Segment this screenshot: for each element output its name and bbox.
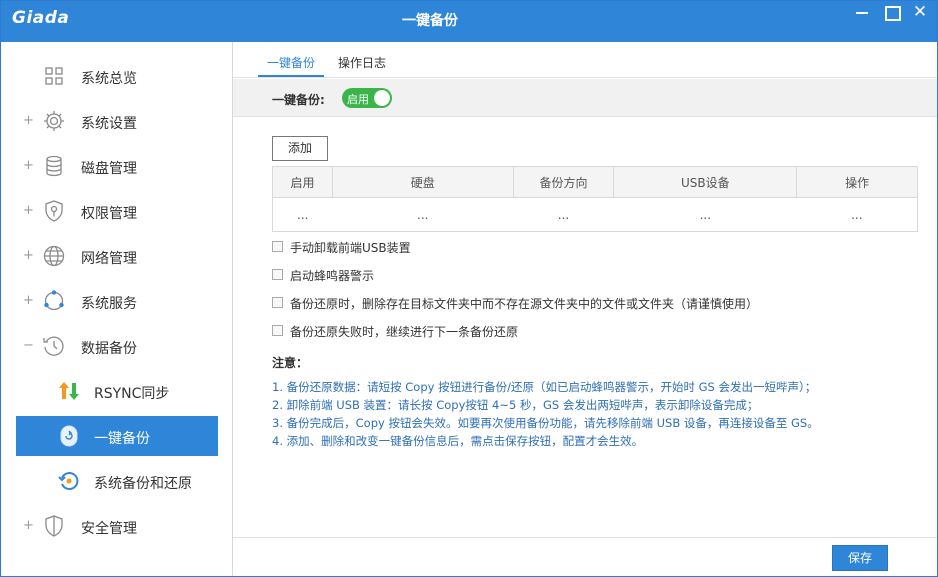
expand-icon[interactable]: + xyxy=(23,518,34,533)
table-cell: ... xyxy=(796,197,918,232)
expand-icon[interactable]: + xyxy=(23,113,34,128)
table-cell: ... xyxy=(513,197,614,232)
option-label: 备份还原时，删除存在目标文件夹中而不存在源文件夹中的文件或文件夹（请谨慎使用） xyxy=(290,297,759,311)
sidebar-item-label: 系统设置 xyxy=(81,116,137,132)
column-header: 启用 xyxy=(272,166,333,198)
column-header: 备份方向 xyxy=(512,166,615,198)
clock-history-icon xyxy=(41,333,67,359)
column-header: 操作 xyxy=(796,166,918,198)
shield-key-icon xyxy=(41,198,67,224)
sidebar-item-label: 一键备份 xyxy=(94,431,150,447)
sidebar-item-security[interactable]: + 安全管理 xyxy=(16,506,218,546)
sidebar-item-overview[interactable]: 系统总览 xyxy=(16,56,218,96)
sidebar-item-network[interactable]: + 网络管理 xyxy=(16,236,218,276)
sidebar-item-one-key-backup[interactable]: 一键备份 xyxy=(16,416,218,456)
sidebar-item-label: 网络管理 xyxy=(81,251,137,267)
restore-icon xyxy=(56,468,82,494)
sidebar-item-label: 系统总览 xyxy=(81,71,137,87)
dashboard-grid-icon xyxy=(41,63,67,89)
note-line: 4. 添加、删除和改变一键备份信息后，需点击保存按钮，配置才会生效。 xyxy=(272,434,644,448)
sync-arrows-icon xyxy=(56,378,82,404)
table-cell: ... xyxy=(332,197,514,232)
maximize-button[interactable] xyxy=(881,3,903,23)
sidebar-item-data-backup[interactable]: − 数据备份 xyxy=(16,326,218,366)
database-icon xyxy=(41,153,67,179)
window-title: 一键备份 xyxy=(402,13,458,29)
collapse-icon[interactable]: − xyxy=(23,338,34,353)
notes-title: 注意： xyxy=(272,356,309,370)
sidebar-item-label: 系统备份和还原 xyxy=(94,476,192,492)
one-key-backup-icon xyxy=(56,423,82,449)
gear-icon xyxy=(41,108,67,134)
enable-toggle[interactable]: 启用 xyxy=(342,88,392,108)
close-button[interactable]: ✕ xyxy=(909,3,931,23)
sidebar-item-label: 数据备份 xyxy=(81,341,137,357)
sidebar-item-system-restore[interactable]: 系统备份和还原 xyxy=(16,461,218,501)
tab-bar: 一键备份 操作日志 xyxy=(233,42,937,78)
table-cell: ... xyxy=(613,197,797,232)
expand-icon[interactable]: + xyxy=(23,248,34,263)
table-row[interactable]: ... ... ... ... ... xyxy=(272,197,918,232)
note-line: 2. 卸除前端 USB 装置：请长按 Copy按钮 4~5 秒，GS 会发出两短… xyxy=(272,398,759,412)
backup-table: 启用 硬盘 备份方向 USB设备 操作 ... ... ... ... ... xyxy=(272,166,918,232)
save-button[interactable]: 保存 xyxy=(832,545,888,571)
expand-icon[interactable]: + xyxy=(23,158,34,173)
tab-operation-log[interactable]: 操作日志 xyxy=(338,54,386,71)
sidebar-item-disk[interactable]: + 磁盘管理 xyxy=(16,146,218,186)
toggle-label: 启用 xyxy=(347,93,369,106)
sidebar-item-label: RSYNC同步 xyxy=(94,386,170,402)
network-service-icon xyxy=(41,288,67,314)
sidebar-item-services[interactable]: + 系统服务 xyxy=(16,281,218,321)
globe-icon xyxy=(41,243,67,269)
sidebar-item-label: 安全管理 xyxy=(81,521,137,537)
sidebar-item-label: 磁盘管理 xyxy=(81,161,137,177)
checkbox[interactable] xyxy=(272,325,283,336)
sidebar: 系统总览 + 系统设置 + 磁盘管理 + 权限管理 + 网络管理 + 系统服务 … xyxy=(1,42,233,576)
main-content: 一键备份 操作日志 一键备份: 启用 添加 启用 硬盘 备份方向 USB设备 操… xyxy=(233,42,937,576)
sidebar-item-system-settings[interactable]: + 系统设置 xyxy=(16,101,218,141)
expand-icon[interactable]: + xyxy=(23,293,34,308)
enable-label: 一键备份: xyxy=(272,93,325,107)
enable-bar: 一键备份: 启用 xyxy=(233,79,937,117)
sidebar-item-label: 权限管理 xyxy=(81,206,137,222)
sidebar-item-rsync[interactable]: RSYNC同步 xyxy=(16,371,218,411)
column-header: USB设备 xyxy=(613,166,798,198)
minimize-button[interactable] xyxy=(852,3,874,23)
option-label: 手动卸载前端USB装置 xyxy=(290,241,411,255)
column-header: 硬盘 xyxy=(331,166,514,198)
checkbox[interactable] xyxy=(272,297,283,308)
title-bar: Giada 一键备份 ✕ xyxy=(1,1,937,42)
table-cell: ... xyxy=(272,197,333,232)
active-tab-indicator xyxy=(258,75,324,77)
checkbox[interactable] xyxy=(272,269,283,280)
expand-icon[interactable]: + xyxy=(23,203,34,218)
option-label: 备份还原失败时，继续进行下一条备份还原 xyxy=(290,325,519,339)
note-line: 3. 备份完成后，Copy 按钮会失效。如要再次使用备份功能，请先移除前端 US… xyxy=(272,416,819,430)
note-line: 1. 备份还原数据：请短按 Copy 按钮进行备份/还原（如已启动蜂鸣器警示，开… xyxy=(272,380,817,394)
add-button[interactable]: 添加 xyxy=(272,136,328,161)
option-label: 启动蜂鸣器警示 xyxy=(290,269,375,283)
app-window: Giada 一键备份 ✕ 系统总览 + 系统设置 + 磁盘管理 + 权限管理 +… xyxy=(0,0,938,577)
tab-one-key-backup[interactable]: 一键备份 xyxy=(267,54,315,71)
table-header-row: 启用 硬盘 备份方向 USB设备 操作 xyxy=(272,166,918,198)
sidebar-item-label: 系统服务 xyxy=(81,296,137,312)
sidebar-item-permissions[interactable]: + 权限管理 xyxy=(16,191,218,231)
toggle-knob xyxy=(374,90,390,106)
footer-bar: 保存 xyxy=(233,537,937,576)
checkbox[interactable] xyxy=(272,241,283,252)
shield-icon xyxy=(41,513,67,539)
